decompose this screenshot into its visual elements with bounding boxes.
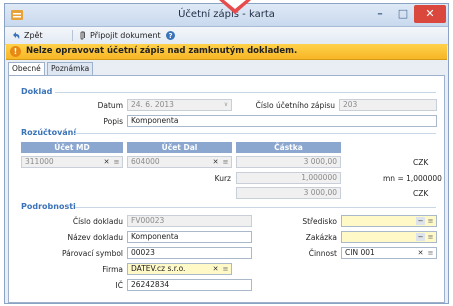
column-header-castka: Částka	[236, 142, 341, 153]
datum-value: 24. 6. 2013	[131, 100, 174, 109]
main-panel: Doklad Datum 24. 6. 2013 ∨ Číslo účetníh…	[8, 75, 445, 303]
ucet-md-field[interactable]: 311000 ✕ ≡	[21, 156, 123, 168]
undo-icon	[13, 31, 20, 39]
kurz-label: Kurz	[214, 174, 231, 183]
ucet-dal-value: 604000	[131, 157, 160, 166]
parovaci-symbol-field[interactable]: 00023	[127, 247, 252, 259]
cinnost-field[interactable]: CIN 001 ✕ ≡	[341, 247, 437, 259]
back-button[interactable]: Zpět	[11, 29, 43, 42]
section-divider	[75, 207, 436, 208]
cislo-zapisu-field[interactable]: 203	[339, 99, 437, 111]
minus-icon[interactable]: −	[416, 233, 425, 241]
help-icon: ?	[165, 31, 175, 40]
list-icon[interactable]: ≡	[221, 158, 230, 166]
warning-banner: ! Nelze opravovat účetní zápis nad zamkn…	[6, 44, 447, 60]
stredisko-label: Středisko	[302, 217, 337, 226]
tab-obecne[interactable]: Obecné	[8, 62, 45, 76]
total-currency: CZK	[413, 189, 429, 198]
attach-document-button[interactable]: Připojit dokument ?	[77, 29, 179, 42]
kurz-note: mn = 1,000000	[383, 174, 442, 183]
tab-poznamka[interactable]: Poznámka	[47, 62, 94, 75]
popis-field[interactable]: Komponenta	[127, 115, 437, 127]
stredisko-field[interactable]: − ≡	[341, 215, 437, 227]
minus-icon[interactable]: −	[416, 217, 425, 225]
section-divider	[55, 92, 436, 93]
toolbar-separator	[72, 30, 73, 41]
ucet-md-value: 311000	[25, 157, 54, 166]
total-field[interactable]: 3 000,00	[236, 187, 341, 199]
clear-icon[interactable]: ✕	[211, 265, 220, 273]
clear-icon[interactable]: ✕	[416, 249, 425, 257]
section-rozuctovani-title: Rozúčtování	[21, 128, 77, 137]
back-label: Zpět	[24, 31, 43, 40]
paperclip-icon	[80, 31, 85, 40]
cinnost-value: CIN 001	[345, 248, 375, 257]
nazev-dokladu-field[interactable]: Komponenta	[127, 231, 252, 243]
section-podrobnosti-title: Podrobnosti	[21, 202, 76, 211]
list-icon[interactable]: ≡	[426, 233, 435, 241]
cislo-zapisu-label: Číslo účetního zápisu	[255, 101, 335, 110]
section-divider	[73, 133, 436, 134]
warning-icon: !	[10, 46, 21, 57]
column-header-ucet-md: Účet MD	[21, 142, 123, 153]
warning-text: Nelze opravovat účetní zápis nad zamknut…	[26, 46, 298, 56]
firma-label: Firma	[102, 265, 123, 274]
section-doklad-title: Doklad	[21, 87, 53, 96]
minimize-button[interactable]: –	[368, 5, 392, 23]
zakazka-field[interactable]: − ≡	[341, 231, 437, 243]
ic-field[interactable]: 26242834	[127, 279, 252, 291]
parovaci-symbol-label: Párovací symbol	[62, 249, 123, 258]
list-icon[interactable]: ≡	[221, 265, 230, 273]
pointer-notch-inner	[224, 0, 246, 9]
castka-field[interactable]: 3 000,00	[236, 156, 341, 168]
app-window: Účetní zápis - karta – □ ✕ Zpět Připojit…	[4, 3, 449, 304]
kurz-field[interactable]: 1,000000	[236, 172, 341, 184]
list-icon[interactable]: ≡	[426, 217, 435, 225]
zakazka-label: Zakázka	[305, 233, 337, 242]
list-icon[interactable]: ≡	[426, 249, 435, 257]
datum-field[interactable]: 24. 6. 2013 ∨	[127, 99, 232, 111]
cinnost-label: Činnost	[308, 249, 337, 258]
toolbar: Zpět Připojit dokument ?	[5, 27, 448, 45]
close-button[interactable]: ✕	[414, 5, 446, 23]
firma-field[interactable]: DATEV.cz s.r.o. ✕ ≡	[127, 263, 232, 275]
clear-icon[interactable]: ✕	[211, 158, 220, 166]
clear-icon[interactable]: ✕	[102, 158, 111, 166]
firma-value: DATEV.cz s.r.o.	[131, 264, 186, 273]
svg-text:?: ?	[168, 32, 172, 40]
cislo-dokladu-label: Číslo dokladu	[72, 217, 123, 226]
popis-label: Popis	[103, 117, 123, 126]
ucet-dal-field[interactable]: 604000 ✕ ≡	[127, 156, 232, 168]
maximize-button[interactable]: □	[392, 5, 414, 23]
list-icon[interactable]: ≡	[112, 158, 121, 166]
castka-currency: CZK	[413, 158, 429, 167]
nazev-dokladu-label: Název dokladu	[67, 233, 123, 242]
ic-label: IČ	[115, 281, 123, 290]
cislo-dokladu-field[interactable]: FV00023	[127, 215, 252, 227]
column-header-ucet-dal: Účet Dal	[127, 142, 232, 153]
chevron-down-icon[interactable]: ∨	[222, 101, 230, 109]
datum-label: Datum	[97, 101, 123, 110]
attach-label: Připojit dokument	[90, 31, 161, 40]
